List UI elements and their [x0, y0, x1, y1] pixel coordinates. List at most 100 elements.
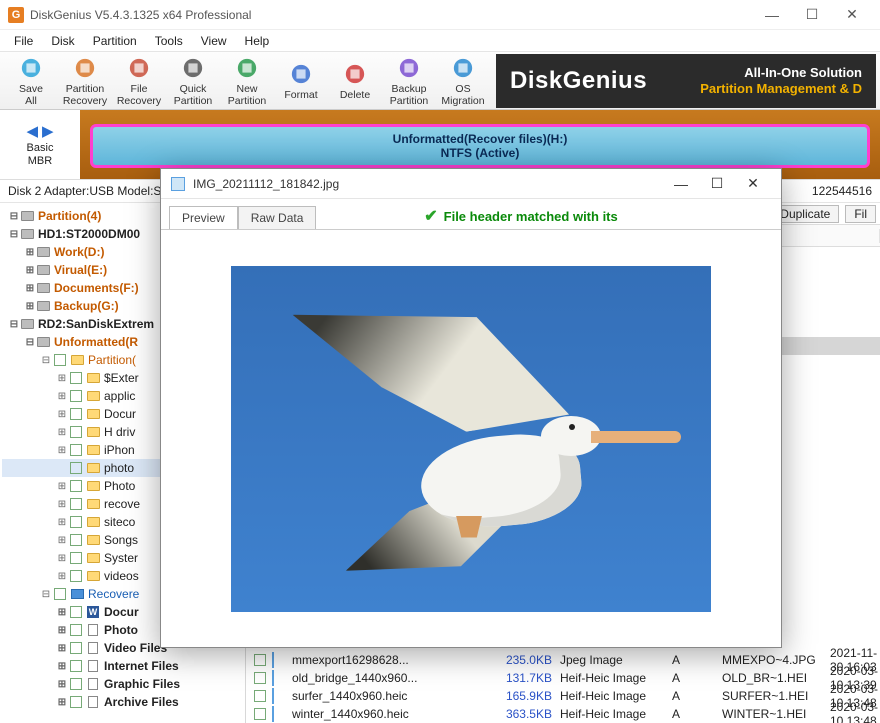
checkbox[interactable] [70, 660, 82, 672]
tab-raw-data[interactable]: Raw Data [238, 206, 317, 229]
checkbox[interactable] [70, 426, 82, 438]
checkbox[interactable] [70, 606, 82, 618]
tree-label: iPhon [104, 443, 135, 457]
expander-icon[interactable]: ⊞ [24, 301, 36, 312]
box-icon [125, 54, 153, 82]
expander-icon[interactable]: ⊟ [8, 211, 20, 222]
expander-icon[interactable]: ⊞ [56, 373, 68, 384]
checkbox[interactable] [70, 480, 82, 492]
tool-file-recovery[interactable]: FileRecovery [112, 54, 166, 108]
expander-icon[interactable]: ⊞ [56, 445, 68, 456]
expander-icon[interactable]: ⊞ [24, 247, 36, 258]
checkbox[interactable] [54, 354, 66, 366]
minimize-button[interactable]: — [752, 1, 792, 29]
file-row[interactable]: surfer_1440x960.heic165.9KBHeif-Heic Ima… [246, 687, 880, 705]
preview-window: IMG_20211112_181842.jpg — ☐ ✕ Preview Ra… [160, 168, 782, 648]
tree-label: Partition(4) [38, 209, 101, 223]
expander-icon[interactable]: ⊞ [56, 409, 68, 420]
expander-icon[interactable]: ⊞ [56, 517, 68, 528]
window-icon [449, 54, 477, 82]
menu-partition[interactable]: Partition [85, 32, 145, 50]
checkbox[interactable] [70, 696, 82, 708]
checkbox[interactable] [70, 516, 82, 528]
tab-preview[interactable]: Preview [169, 206, 238, 229]
tree-node[interactable]: ⊞Graphic Files [2, 675, 243, 693]
preview-maximize-button[interactable]: ☐ [699, 175, 735, 192]
cell-type: Heif-Heic Image [560, 707, 672, 721]
file-row[interactable]: winter_1440x960.heic363.5KBHeif-Heic Ima… [246, 705, 880, 723]
tool-new-partition[interactable]: NewPartition [220, 54, 274, 108]
checkbox[interactable] [70, 642, 82, 654]
preview-titlebar[interactable]: IMG_20211112_181842.jpg — ☐ ✕ [161, 169, 781, 199]
expander-icon[interactable]: ⊟ [8, 229, 20, 240]
expander-icon[interactable]: ⊞ [56, 391, 68, 402]
menu-view[interactable]: View [193, 32, 235, 50]
checkbox[interactable] [254, 672, 266, 684]
tool-delete[interactable]: Delete [328, 54, 382, 108]
expander-icon[interactable]: ⊞ [56, 679, 68, 690]
filter-button[interactable]: Fil [845, 205, 876, 223]
expander-icon[interactable]: ⊞ [56, 427, 68, 438]
checkbox[interactable] [70, 498, 82, 510]
expander-icon[interactable]: ⊞ [56, 499, 68, 510]
expander-icon[interactable]: ⊟ [8, 319, 20, 330]
tool-partition-recovery[interactable]: PartitionRecovery [58, 54, 112, 108]
checkbox[interactable] [70, 372, 82, 384]
checkbox[interactable] [254, 690, 266, 702]
file-row[interactable]: mmexport16298628...235.0KBJpeg ImageAMME… [246, 651, 880, 669]
next-arrow-icon[interactable]: ▶ [42, 122, 54, 140]
tool-save-all[interactable]: SaveAll [4, 54, 58, 108]
close-button[interactable]: ✕ [832, 1, 872, 29]
expander-icon[interactable]: ⊟ [24, 337, 36, 348]
expander-icon[interactable]: ⊟ [40, 589, 52, 600]
expander-icon[interactable]: ⊞ [56, 571, 68, 582]
expander-icon[interactable]: ⊟ [40, 355, 52, 366]
tool-quick-partition[interactable]: QuickPartition [166, 54, 220, 108]
cell-attr: A [672, 653, 722, 667]
preview-minimize-button[interactable]: — [663, 176, 699, 192]
expander-icon[interactable]: ⊞ [56, 607, 68, 618]
file-row[interactable]: old_bridge_1440x960...131.7KBHeif-Heic I… [246, 669, 880, 687]
expander-icon[interactable]: ⊞ [56, 553, 68, 564]
tool-os-migration[interactable]: OSMigration [436, 54, 490, 108]
expander-icon[interactable]: ⊞ [56, 535, 68, 546]
tree-label: Unformatted(R [54, 335, 138, 349]
checkbox[interactable] [70, 462, 82, 474]
expander-icon[interactable]: ⊞ [56, 697, 68, 708]
maximize-button[interactable]: ☐ [792, 1, 832, 29]
menu-help[interactable]: Help [237, 32, 278, 50]
checkbox[interactable] [70, 552, 82, 564]
expander-icon[interactable]: ⊞ [56, 481, 68, 492]
tree-node[interactable]: ⊞Internet Files [2, 657, 243, 675]
checkbox[interactable] [70, 534, 82, 546]
partition-bar[interactable]: Unformatted(Recover files)(H:) NTFS (Act… [90, 124, 870, 168]
checkbox[interactable] [70, 444, 82, 456]
disk-basic-label: Basic [27, 142, 54, 154]
file-list[interactable]: mmexport16298628...235.0KBJpeg ImageAMME… [246, 651, 880, 723]
prev-arrow-icon[interactable]: ◀ [26, 122, 38, 140]
tree-node[interactable]: ⊞Archive Files [2, 693, 243, 711]
menu-file[interactable]: File [6, 32, 41, 50]
checkbox[interactable] [254, 708, 266, 720]
menu-disk[interactable]: Disk [43, 32, 82, 50]
tool-format[interactable]: Format [274, 54, 328, 108]
expander-icon[interactable]: ⊞ [56, 625, 68, 636]
expander-icon[interactable]: ⊞ [56, 661, 68, 672]
checkbox[interactable] [70, 390, 82, 402]
checkbox[interactable] [70, 408, 82, 420]
nav-arrows[interactable]: ◀▶ [26, 122, 53, 140]
checkbox[interactable] [70, 678, 82, 690]
checkbox[interactable] [70, 570, 82, 582]
expander-icon[interactable]: ⊞ [56, 643, 68, 654]
expander-icon[interactable]: ⊞ [24, 283, 36, 294]
checkbox[interactable] [54, 588, 66, 600]
cell-name: mmexport16298628... [292, 653, 502, 667]
cell-size: 363.5KB [502, 707, 560, 721]
checkbox[interactable] [254, 654, 266, 666]
cell-size: 131.7KB [502, 671, 560, 685]
tool-backup-partition[interactable]: BackupPartition [382, 54, 436, 108]
preview-close-button[interactable]: ✕ [735, 175, 771, 192]
expander-icon[interactable]: ⊞ [24, 265, 36, 276]
checkbox[interactable] [70, 624, 82, 636]
menu-tools[interactable]: Tools [147, 32, 191, 50]
